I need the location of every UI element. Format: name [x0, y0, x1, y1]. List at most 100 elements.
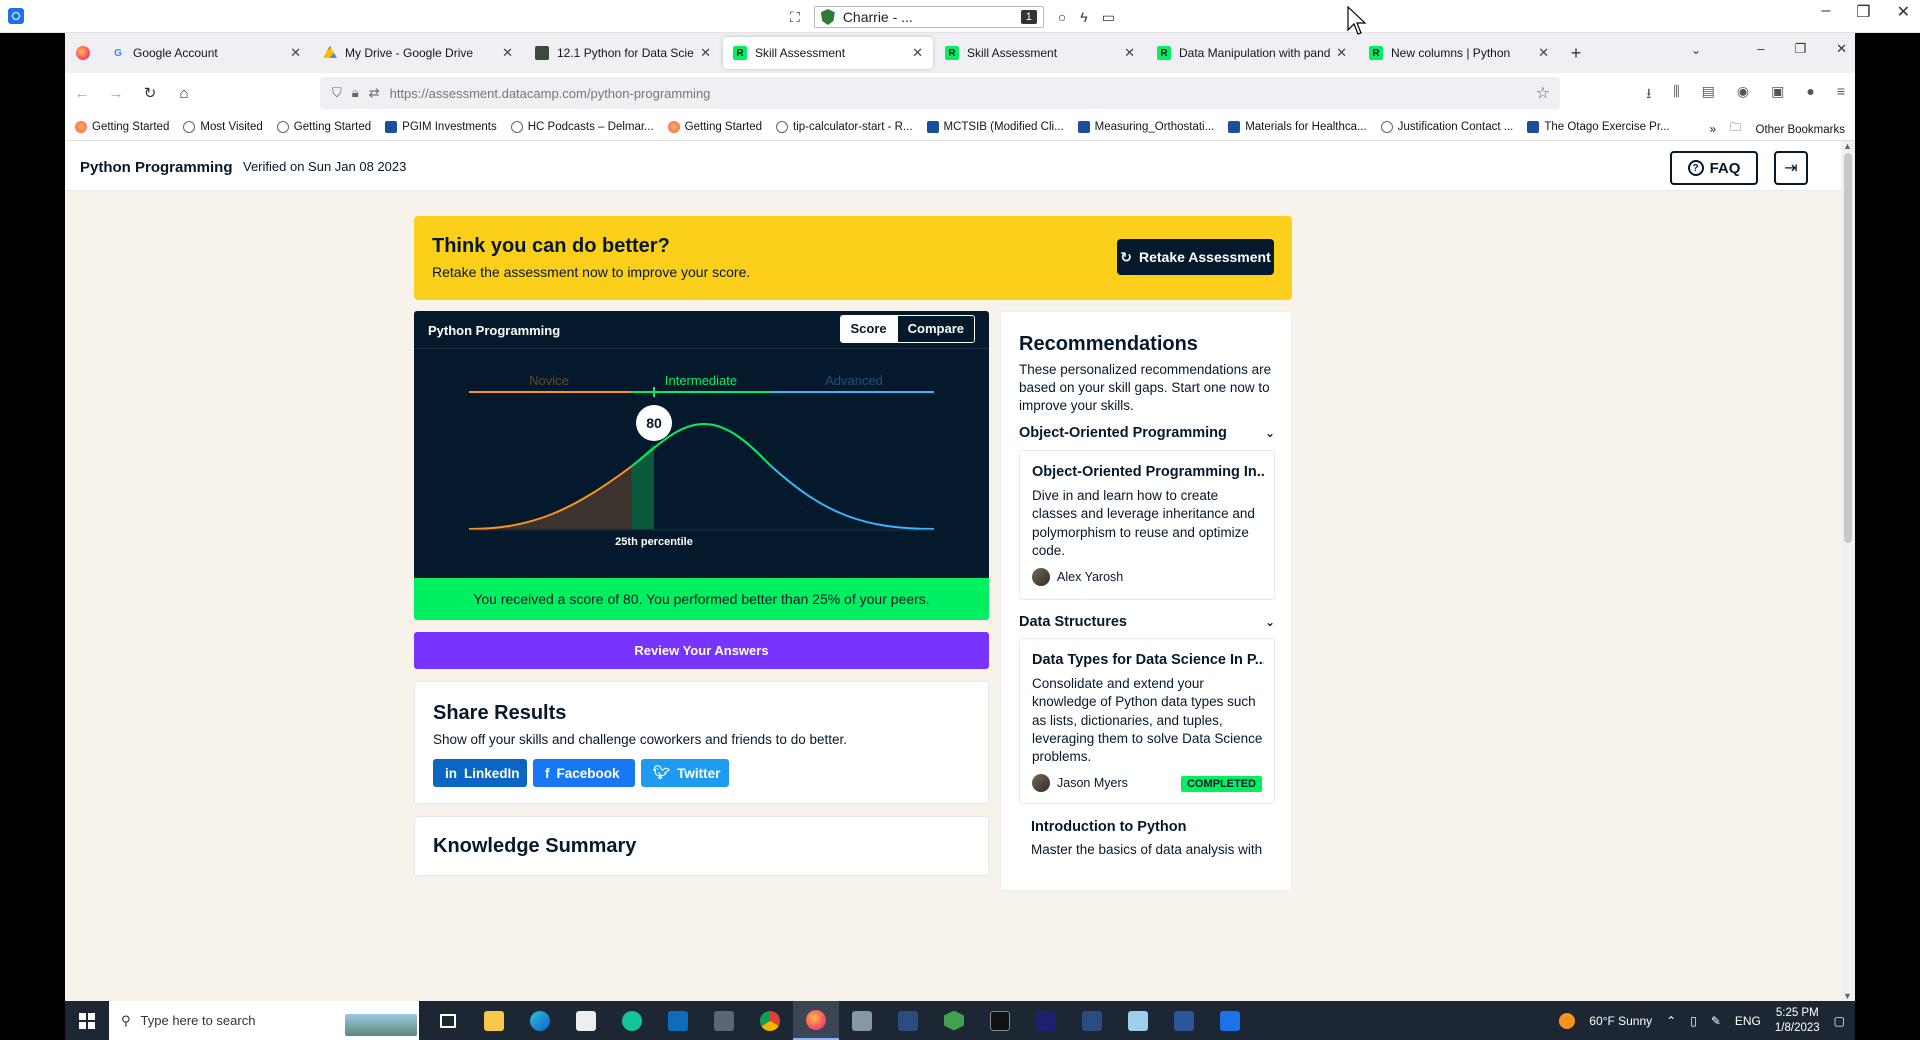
chevron-right-icon[interactable]: »: [1710, 124, 1716, 136]
bookmark-item[interactable]: Materials for Healthca...: [1228, 120, 1367, 133]
review-answers-button[interactable]: Review Your Answers: [414, 632, 989, 669]
store-icon[interactable]: [563, 1001, 609, 1040]
exit-button[interactable]: ⇥: [1774, 151, 1808, 185]
clock[interactable]: 5:25 PM 1/8/2023: [1775, 1006, 1820, 1036]
reload-icon[interactable]: ↻: [133, 84, 167, 102]
remote-app-taskbar-icon[interactable]: [1207, 1001, 1253, 1040]
account-icon[interactable]: ●: [1806, 83, 1814, 107]
tab-close-icon[interactable]: ✕: [912, 45, 923, 61]
language-indicator[interactable]: ENG: [1735, 1014, 1761, 1028]
close-icon[interactable]: ✕: [1836, 41, 1847, 57]
remote-app-icon[interactable]: [8, 8, 24, 24]
minimize-icon[interactable]: –: [1757, 41, 1764, 57]
tab-data-manipulation[interactable]: R Data Manipulation with pandas ✕: [1147, 37, 1357, 69]
lock-icon[interactable]: 🔒︎: [352, 85, 359, 101]
tab-skill-assessment[interactable]: R Skill Assessment ✕: [935, 37, 1145, 69]
forward-icon[interactable]: →: [99, 85, 133, 102]
new-tab-button[interactable]: +: [1561, 43, 1591, 64]
bookmark-item[interactable]: MCTSIB (Modified Cli...: [926, 120, 1064, 133]
calculator-icon[interactable]: [701, 1001, 747, 1040]
terminal-icon[interactable]: [977, 1001, 1023, 1040]
bookmark-item[interactable]: PGIM Investments: [385, 120, 497, 133]
firefox-view-button[interactable]: [65, 33, 101, 73]
linkedin-button[interactable]: in LinkedIn: [433, 759, 527, 787]
bookmark-item[interactable]: Most Visited: [183, 120, 263, 133]
chevron-down-icon[interactable]: ⌄: [1265, 426, 1275, 440]
monitor-icon[interactable]: ▭: [1102, 9, 1115, 26]
word-icon[interactable]: [1161, 1001, 1207, 1040]
bookmark-item[interactable]: Getting Started: [667, 120, 762, 133]
chat-icon[interactable]: ○: [1058, 9, 1066, 25]
scroll-up-icon[interactable]: ▲: [1843, 141, 1852, 151]
tab-close-icon[interactable]: ✕: [1538, 45, 1549, 61]
close-icon[interactable]: ✕: [1897, 2, 1910, 22]
file-explorer-icon[interactable]: [471, 1001, 517, 1040]
tab-close-icon[interactable]: ✕: [502, 45, 513, 61]
network-icon[interactable]: ▯: [1690, 1014, 1697, 1028]
tab-python-data-science[interactable]: 12.1 Python for Data Science - S ✕: [525, 37, 721, 69]
app-icon[interactable]: [1069, 1001, 1115, 1040]
bookmark-item[interactable]: HC Podcasts – Delmar...: [510, 120, 654, 133]
course-title[interactable]: Object-Oriented Programming In...: [1032, 464, 1264, 480]
restore-icon[interactable]: ❐: [1794, 41, 1806, 57]
library-icon[interactable]: ⫼: [1673, 83, 1679, 107]
course-card-data-types[interactable]: Data Types for Data Science In P... Cons…: [1019, 638, 1275, 804]
scrollbar-thumb[interactable]: [1844, 153, 1852, 543]
page-scrollbar[interactable]: ▲ ▼: [1841, 141, 1855, 1001]
tab-google-drive[interactable]: My Drive - Google Drive ✕: [313, 37, 523, 69]
chrome-icon[interactable]: [747, 1001, 793, 1040]
task-view-icon[interactable]: [425, 1001, 471, 1040]
bookmark-item[interactable]: Getting Started: [276, 120, 371, 133]
pen-icon[interactable]: ✎: [1711, 1014, 1721, 1028]
download-icon[interactable]: ⭳: [1646, 83, 1651, 107]
grammarly-icon[interactable]: [609, 1001, 655, 1040]
faq-button[interactable]: ? FAQ: [1670, 151, 1758, 185]
facebook-button[interactable]: f Facebook: [533, 759, 635, 787]
other-bookmarks[interactable]: » 🗀︎ Other Bookmarks: [1710, 120, 1845, 139]
home-icon[interactable]: ⌂: [167, 85, 201, 102]
app-icon[interactable]: [1115, 1001, 1161, 1040]
tab-skill-assessment-active[interactable]: R Skill Assessment ✕: [723, 37, 933, 69]
tab-close-icon[interactable]: ✕: [1124, 45, 1135, 61]
tab-google-account[interactable]: G Google Account ✕: [101, 37, 311, 69]
chevron-up-icon[interactable]: ⌃: [1666, 1014, 1676, 1028]
course-card-oop[interactable]: Object-Oriented Programming In... Dive i…: [1019, 450, 1275, 600]
menu-icon[interactable]: ≡: [1837, 83, 1845, 107]
twitter-button[interactable]: 🐦︎ Twitter: [641, 759, 729, 787]
score-toggle[interactable]: Score: [840, 316, 897, 342]
tab-new-columns[interactable]: R New columns | Python ✕: [1359, 37, 1559, 69]
outlook-icon[interactable]: [655, 1001, 701, 1040]
fullscreen-icon[interactable]: ⛶: [790, 9, 800, 26]
weather-text[interactable]: 60°F Sunny: [1589, 1014, 1652, 1028]
scroll-down-icon[interactable]: ▼: [1843, 991, 1852, 1001]
course-title-intro-python[interactable]: Introduction to Python: [1031, 819, 1186, 835]
list-tabs-icon[interactable]: ⌄: [1691, 43, 1701, 57]
notifications-icon[interactable]: ▢: [1834, 1014, 1845, 1028]
start-button[interactable]: [65, 1001, 109, 1040]
jetbrains-icon[interactable]: [1023, 1001, 1069, 1040]
sidebar-icon[interactable]: ▤: [1702, 83, 1715, 107]
container-icon[interactable]: ▣: [1771, 83, 1784, 107]
minimize-icon[interactable]: –: [1821, 2, 1830, 22]
app-icon[interactable]: [885, 1001, 931, 1040]
tracking-shield-icon[interactable]: ⛉: [332, 85, 342, 101]
tab-close-icon[interactable]: ✕: [290, 45, 301, 61]
bookmark-item[interactable]: Justification Contact ...: [1380, 120, 1513, 133]
session-selector[interactable]: Charrie - ... 1: [813, 6, 1044, 28]
app-icon[interactable]: [931, 1001, 977, 1040]
tab-close-icon[interactable]: ✕: [700, 45, 711, 61]
address-bar[interactable]: ⛉ 🔒︎ ⇄ https://assessment.datacamp.com/p…: [320, 77, 1560, 109]
extension-icon[interactable]: ◉: [1737, 83, 1749, 107]
camera-icon[interactable]: [839, 1001, 885, 1040]
url-text[interactable]: https://assessment.datacamp.com/python-p…: [390, 86, 711, 101]
bookmark-item[interactable]: Getting Started: [75, 120, 169, 133]
permissions-icon[interactable]: ⇄: [369, 85, 380, 101]
section-data-structures[interactable]: Data Structures ⌄: [1019, 612, 1275, 632]
bookmark-item[interactable]: The Otago Exercise Pr...: [1527, 120, 1670, 133]
bookmark-item[interactable]: Measuring_Orthostati...: [1077, 120, 1214, 133]
restore-icon[interactable]: ❐: [1856, 2, 1870, 22]
edge-icon[interactable]: [517, 1001, 563, 1040]
course-title[interactable]: Data Types for Data Science In P...: [1032, 652, 1264, 668]
chevron-down-icon[interactable]: ⌄: [1265, 615, 1275, 629]
tab-close-icon[interactable]: ✕: [1336, 45, 1347, 61]
